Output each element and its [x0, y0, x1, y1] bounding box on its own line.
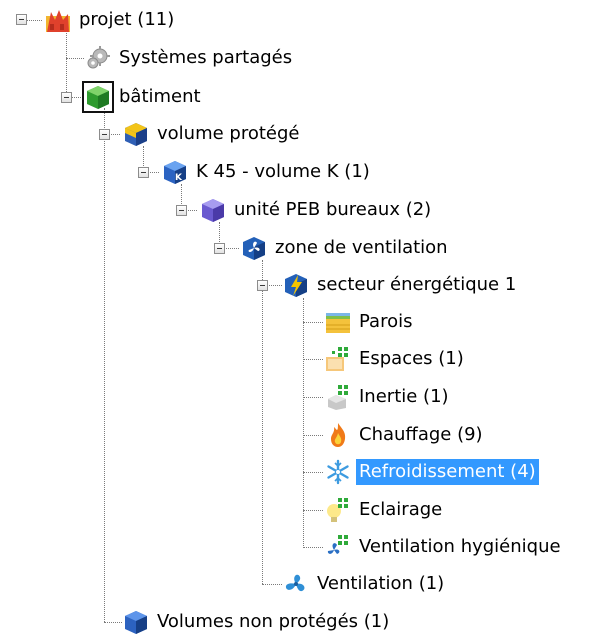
tree-item-refroidissement[interactable]: Refroidissement (4): [324, 457, 539, 487]
tree-item-label: Ventilation hygiénique: [359, 536, 561, 557]
collapse-toggle-volume[interactable]: [99, 129, 110, 140]
tree-item-label: Refroidissement (4): [356, 459, 539, 485]
blue-yellow-cube-icon: [122, 120, 150, 148]
tree-item-zone-ventilation[interactable]: zone de ventilation: [240, 233, 451, 263]
collapse-toggle-secteur[interactable]: [257, 280, 268, 291]
tree-item-projet[interactable]: projet (11): [44, 5, 177, 35]
fan-icon: [282, 570, 310, 598]
collapse-toggle-unite[interactable]: [176, 205, 187, 216]
tree-item-label: K 45 - volume K (1): [196, 161, 370, 182]
tree-item-unite-peb[interactable]: unité PEB bureaux (2): [199, 195, 434, 225]
tree-item-k45[interactable]: K K 45 - volume K (1): [161, 157, 373, 187]
tree-item-label: zone de ventilation: [275, 237, 448, 258]
tree-guide-line: [303, 397, 323, 398]
collapse-toggle-projet[interactable]: [16, 14, 27, 25]
bulb-icon: [324, 496, 352, 524]
tree-item-eclairage[interactable]: Eclairage: [324, 495, 445, 525]
tree-guide-line: [262, 584, 282, 585]
collapse-toggle-zone[interactable]: [214, 243, 225, 254]
tree-item-label: volume protégé: [157, 123, 300, 144]
flame-icon: [324, 421, 352, 449]
tree-item-label: Parois: [359, 311, 413, 332]
collapse-toggle-k45[interactable]: [138, 167, 149, 178]
tree-item-chauffage[interactable]: Chauffage (9): [324, 420, 486, 450]
hygienic-ventilation-icon: [324, 533, 352, 561]
tree-item-label: Volumes non protégés (1): [157, 611, 390, 632]
tree-item-label: Ventilation (1): [317, 573, 445, 594]
tree-guide-line: [104, 622, 122, 623]
tree-guide-line: [303, 322, 323, 323]
tree-item-label: secteur énergétique 1: [317, 274, 517, 295]
inertia-icon: [324, 383, 352, 411]
tree-item-parois[interactable]: Parois: [324, 307, 415, 337]
project-building-icon: [44, 6, 72, 34]
collapse-toggle-batiment[interactable]: [61, 92, 72, 103]
tree-guide-line: [303, 547, 323, 548]
tree-guide-line: [303, 510, 323, 511]
tree-item-systemes-partages[interactable]: Systèmes partagés: [84, 43, 295, 73]
fan-cube-icon: [240, 234, 268, 262]
lightning-cube-icon: [282, 271, 310, 299]
tree-item-label: projet (11): [79, 9, 175, 30]
tree-item-label: Eclairage: [359, 499, 443, 520]
tree-guide-line: [303, 359, 323, 360]
spaces-icon: [324, 345, 352, 373]
tree-guide-line: [303, 472, 323, 473]
tree-item-label: Systèmes partagés: [119, 47, 293, 68]
tree-guide-line: [66, 58, 84, 59]
tree-item-label: Espaces (1): [359, 348, 464, 369]
tree-item-batiment[interactable]: bâtiment: [82, 81, 204, 113]
tree-item-ventilation-hygienique[interactable]: Ventilation hygiénique: [324, 532, 564, 562]
tree-item-label: bâtiment: [119, 86, 201, 107]
tree-item-espaces[interactable]: Espaces (1): [324, 344, 467, 374]
tree-item-volumes-non-proteges[interactable]: Volumes non protégés (1): [122, 607, 392, 637]
tree-item-ventilation[interactable]: Ventilation (1): [282, 569, 447, 599]
tree-item-label: Chauffage (9): [359, 424, 483, 445]
tree-item-volume-protege[interactable]: volume protégé: [122, 119, 302, 149]
tree-item-label: Inertie (1): [359, 386, 449, 407]
gear-icon: [84, 44, 112, 72]
k-cube-icon: K: [161, 158, 189, 186]
purple-cube-icon: [199, 196, 227, 224]
tree-item-inertie[interactable]: Inertie (1): [324, 382, 452, 412]
tree-guide-line: [104, 108, 105, 622]
green-cube-icon: [82, 81, 114, 113]
tree-item-label: unité PEB bureaux (2): [234, 199, 432, 220]
svg-text:K: K: [175, 173, 183, 183]
wall-icon: [324, 308, 352, 336]
project-tree-view[interactable]: projet (11) Systèmes partagés bâtiment v…: [0, 0, 599, 638]
snowflake-icon: [324, 458, 352, 486]
tree-item-secteur-energetique[interactable]: secteur énergétique 1: [282, 270, 519, 300]
blue-cube-icon: [122, 608, 150, 636]
tree-guide-line: [303, 435, 323, 436]
tree-guide-line: [262, 260, 263, 584]
tree-guide-line: [27, 20, 42, 21]
